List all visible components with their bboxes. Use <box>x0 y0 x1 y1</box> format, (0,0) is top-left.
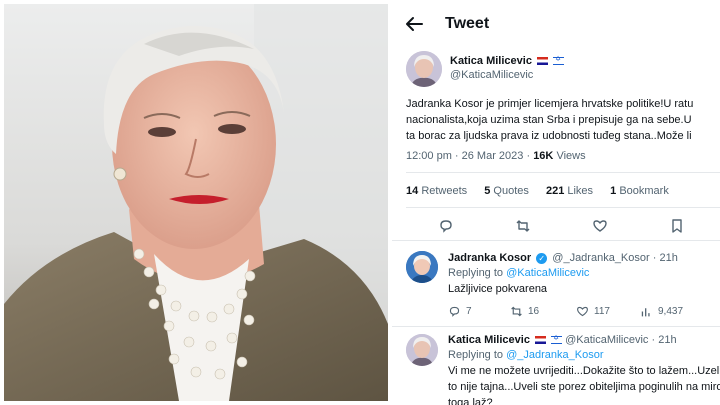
reply-header: Jadranka Kosor ✓ @_Jadranka_Kosor · 21h <box>448 252 678 264</box>
views-count: 16K <box>533 150 554 162</box>
reply-icon[interactable] <box>438 218 454 234</box>
bookmark-icon[interactable] <box>669 218 685 234</box>
tweet-timestamp[interactable]: 12:00 pm · 26 Mar 2023 · <box>406 150 533 162</box>
reply-text: Lažljivice pokvarena <box>448 283 548 295</box>
tweet-stats: 14 Retweets 5 Quotes 221 Likes 1 Bookmar… <box>406 185 683 197</box>
divider <box>406 172 720 173</box>
replying-to: Replying to @_Jadranka_Kosor <box>448 349 604 361</box>
reply-text-line: to nije tajna...Uveli ste porez obitelji… <box>448 381 720 393</box>
views-label: Views <box>556 150 586 162</box>
retweets-stat[interactable]: 14 Retweets <box>406 185 467 197</box>
reply-views-button[interactable]: 9,437 <box>640 305 683 318</box>
avatar[interactable] <box>406 51 442 87</box>
replying-to-label: Replying to <box>448 267 504 279</box>
avatar[interactable] <box>406 334 438 366</box>
replying-to-link[interactable]: @_Jadranka_Kosor <box>506 349 603 361</box>
tweet-text-line: ta borac za ljudska prava iz udobnosti t… <box>406 130 692 142</box>
reply-icon <box>449 306 460 317</box>
reply-text-line: toga laž? <box>448 397 493 405</box>
avatar-image-icon <box>406 334 438 366</box>
divider <box>392 326 720 327</box>
israel-flag-icon <box>553 55 565 66</box>
reply-time[interactable]: · 21h <box>651 334 676 346</box>
retweet-count: 16 <box>528 306 540 317</box>
author-name-row[interactable]: Katica Milicevic <box>450 55 565 67</box>
back-arrow-icon[interactable] <box>404 14 424 34</box>
author-name[interactable]: Katica Milicevic <box>450 55 532 67</box>
bookmarks-stat[interactable]: 1 Bookmark <box>610 185 669 197</box>
reply-header: Katica Milicevic @KaticaMilicevic · 21h <box>448 334 677 346</box>
portrait-illustration <box>4 4 388 401</box>
replying-to-label: Replying to <box>448 349 504 361</box>
quotes-stat[interactable]: 5 Quotes <box>484 185 529 197</box>
reply-text: Vi me ne možete uvrijediti...Dokažite št… <box>448 363 720 405</box>
view-count: 9,437 <box>658 306 684 317</box>
avatar[interactable] <box>406 251 438 283</box>
retweet-icon[interactable] <box>515 218 531 234</box>
reply-count: 7 <box>466 306 472 317</box>
reply-like-button[interactable]: 117 <box>576 305 610 318</box>
portrait-photo <box>4 4 388 401</box>
tweet-text: Jadranka Kosor je primjer licemjera hrva… <box>406 96 720 144</box>
page-title: Tweet <box>445 15 490 32</box>
tweet-panel: Tweet Katica Milicevic @KaticaMilicevic … <box>392 0 720 405</box>
verified-badge-icon: ✓ <box>536 252 548 264</box>
reply-author-name[interactable]: Katica Milicevic <box>448 334 530 346</box>
reply-time[interactable]: · 21h <box>653 252 678 264</box>
like-count: 117 <box>594 306 610 317</box>
views-icon <box>641 308 650 317</box>
like-icon <box>577 306 588 317</box>
croatia-flag-icon <box>535 336 546 345</box>
tweet-text-line: Jadranka Kosor je primjer licemjera hrva… <box>406 98 694 110</box>
divider <box>406 207 720 208</box>
replying-to-link[interactable]: @KaticaMilicevic <box>506 267 589 279</box>
reply-actions: 7 16 117 9,437 <box>392 305 720 321</box>
reply-author-name[interactable]: Jadranka Kosor <box>448 252 531 264</box>
avatar-image-icon <box>406 51 442 87</box>
tweet-meta: 12:00 pm · 26 Mar 2023 · 16K Views <box>406 150 586 162</box>
reply-reply-button[interactable]: 7 <box>448 305 472 318</box>
israel-flag-icon <box>551 334 563 345</box>
likes-stat[interactable]: 221 Likes <box>546 185 593 197</box>
tweet-text-line: nacionalista,koja uzima stan Srba i prep… <box>406 114 692 126</box>
avatar-image-icon <box>406 251 438 283</box>
reply-author-handle[interactable]: @_Jadranka_Kosor <box>552 252 649 264</box>
retweet-icon <box>511 306 522 317</box>
croatia-flag-icon <box>537 57 548 66</box>
replying-to: Replying to @KaticaMilicevic <box>448 267 589 279</box>
reply-author-handle[interactable]: @KaticaMilicevic <box>565 334 648 346</box>
author-handle[interactable]: @KaticaMilicevic <box>450 69 533 81</box>
divider <box>392 240 720 241</box>
tweet-actions <box>392 218 720 238</box>
like-icon[interactable] <box>592 218 608 234</box>
tweet-header: Tweet <box>392 0 720 48</box>
reply-retweet-button[interactable]: 16 <box>510 305 539 318</box>
reply-text-line: Vi me ne možete uvrijediti...Dokažite št… <box>448 365 720 377</box>
